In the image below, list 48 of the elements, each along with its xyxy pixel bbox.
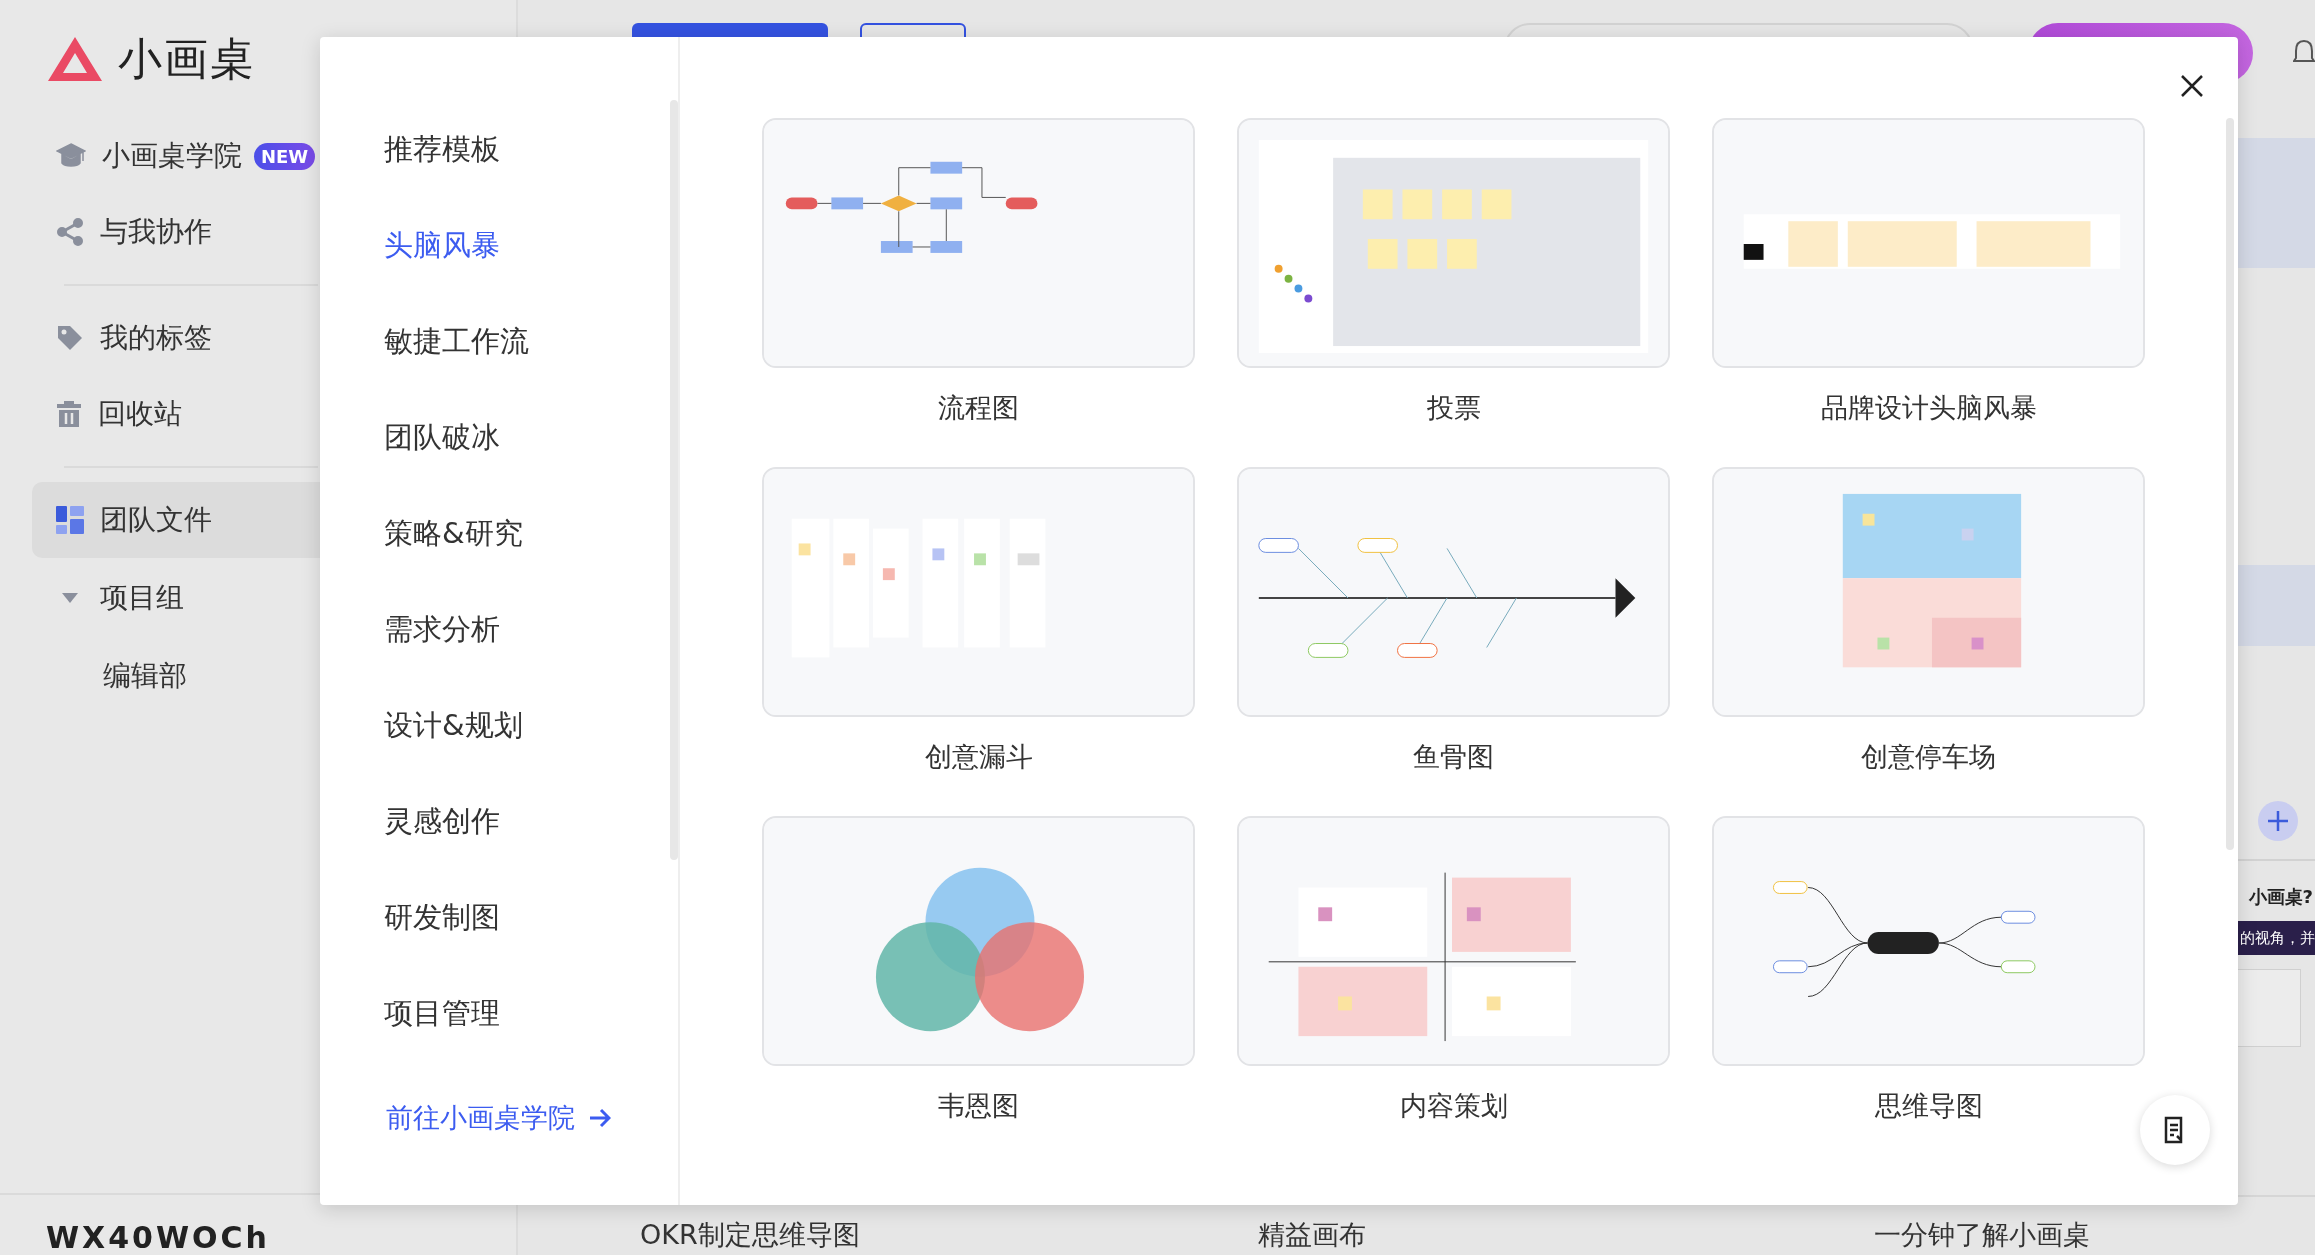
plus-icon [2267, 810, 2289, 832]
arrow-right-icon [589, 1108, 611, 1128]
board-title[interactable]: 一分钟了解小画桌 [1873, 1215, 2090, 1255]
category-tab[interactable]: 项目管理 [384, 994, 500, 1034]
banner-text: 的视角，并 [2240, 928, 2315, 948]
sidebar-item[interactable]: 回收站 [32, 376, 320, 452]
share-icon [56, 218, 84, 246]
user-name: WX40WOCh [46, 1221, 270, 1255]
logo-icon [46, 35, 104, 83]
scrollbar[interactable] [670, 100, 678, 860]
template-title: 流程图 [938, 391, 1019, 425]
document-button[interactable] [2140, 1095, 2210, 1165]
template-title: 投票 [1426, 391, 1481, 425]
template-title: 创意停车场 [1861, 740, 1996, 774]
sidebar-item[interactable]: 我的标签 [32, 300, 320, 376]
trash-icon [56, 400, 82, 428]
category-tab[interactable]: 头脑风暴 [384, 226, 500, 266]
graduation-cap-icon [56, 143, 86, 169]
academy-link[interactable]: 前往小画桌学院 [386, 1100, 611, 1136]
sidebar-item[interactable]: 小画桌学院 NEW [32, 118, 320, 194]
panel-heading: 小画桌? [2248, 885, 2313, 909]
new-badge: NEW [254, 142, 316, 170]
sidebar-item[interactable]: 团队文件 [32, 482, 320, 558]
add-button[interactable] [2258, 801, 2298, 841]
dashboard-icon [56, 506, 84, 534]
scrollbar[interactable] [2226, 118, 2234, 850]
category-tab[interactable]: 研发制图 [384, 898, 500, 938]
sidebar-item[interactable]: 与我协作 [32, 194, 320, 270]
board-title[interactable]: OKR制定思维导图 [640, 1215, 860, 1255]
category-tab[interactable]: 敏捷工作流 [384, 322, 529, 362]
board-title[interactable]: 精益画布 [1257, 1215, 1366, 1255]
template-title: 鱼骨图 [1413, 740, 1494, 774]
category-tab[interactable]: 设计&规划 [384, 706, 523, 746]
category-tab[interactable]: 灵感创作 [384, 802, 500, 842]
folder-item[interactable]: 编辑部 [103, 638, 187, 714]
category-tab[interactable]: 团队破冰 [384, 418, 500, 458]
app-name: 小画桌 [118, 31, 256, 86]
template-title: 内容策划 [1399, 1089, 1508, 1123]
template-title: 品牌设计头脑风暴 [1820, 391, 2037, 425]
template-title: 创意漏斗 [924, 740, 1033, 774]
folder-group[interactable]: 项目组 [62, 558, 184, 638]
category-tab[interactable]: 需求分析 [384, 610, 500, 650]
category-tab[interactable]: 策略&研究 [384, 514, 523, 554]
tag-icon [56, 324, 84, 352]
template-title: 韦恩图 [938, 1089, 1019, 1123]
template-title: 思维导图 [1874, 1089, 1983, 1123]
caret-icon [62, 593, 78, 603]
category-tab[interactable]: 推荐模板 [384, 130, 500, 170]
